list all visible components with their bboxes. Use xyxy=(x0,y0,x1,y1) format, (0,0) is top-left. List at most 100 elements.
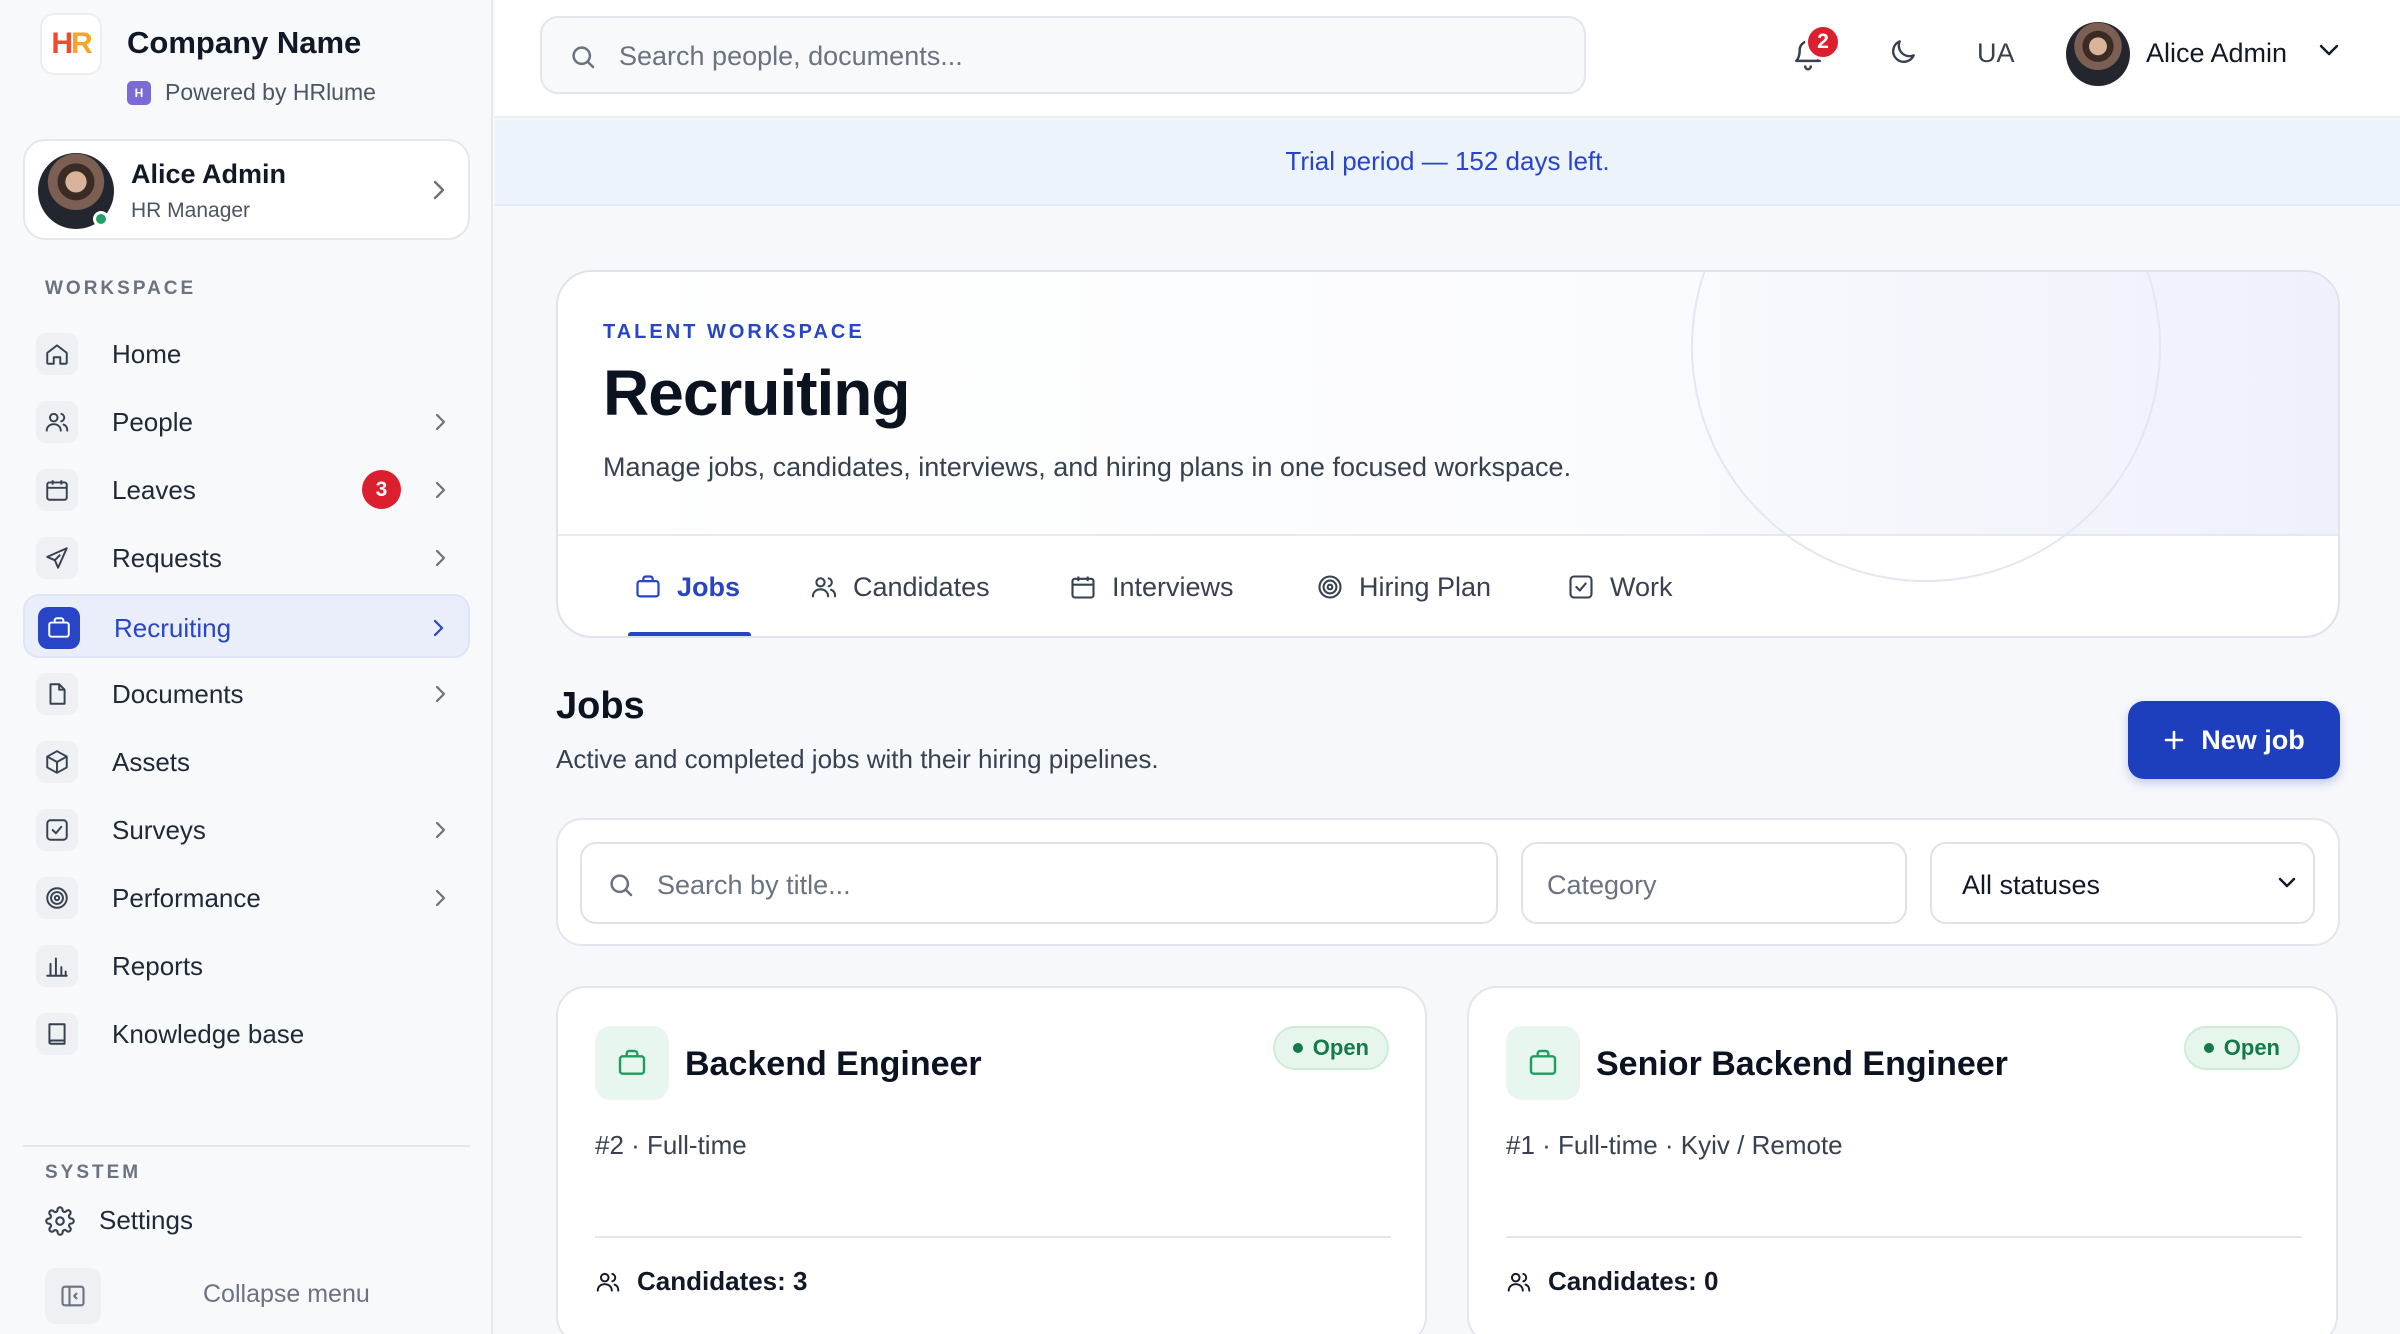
hero-eyebrow: TALENT WORKSPACE xyxy=(603,321,865,343)
user-role: HR Manager xyxy=(131,199,251,222)
sidebar-item-knowledge-base[interactable]: Knowledge base xyxy=(23,1002,470,1066)
sidebar-item-recruiting[interactable]: Recruiting xyxy=(23,594,470,658)
page-title: Recruiting xyxy=(603,357,910,429)
chevron-right-icon xyxy=(433,180,445,200)
status-badge: Open xyxy=(2183,1026,2300,1070)
recruiting-hero-card: TALENT WORKSPACE Recruiting Manage jobs,… xyxy=(556,270,2340,638)
job-card[interactable]: Backend Engineer Open #2 · Full-time Can… xyxy=(556,986,1427,1334)
tab-candidates[interactable]: Candidates xyxy=(810,536,990,636)
sidebar-item-assets[interactable]: Assets xyxy=(23,730,470,794)
hrlume-logo-icon: H xyxy=(127,80,151,105)
brand[interactable]: HR Company Name H Powered by HRlume xyxy=(40,13,376,105)
sidebar-item-label: Reports xyxy=(112,951,204,981)
top-user-name[interactable]: Alice Admin xyxy=(2146,38,2287,69)
company-logo[interactable]: HR xyxy=(40,13,102,75)
moon-icon[interactable] xyxy=(1887,36,1919,68)
users-icon xyxy=(811,577,837,598)
job-meta: #1 · Full-time · Kyiv / Remote xyxy=(1506,1130,1843,1160)
sidebar-item-requests[interactable]: Requests xyxy=(23,526,470,590)
chevron-right-icon xyxy=(435,685,446,703)
collapse-menu-button[interactable] xyxy=(45,1268,101,1324)
powered-by-text: Powered by HRlume xyxy=(165,79,376,105)
trial-banner: Trial period — 152 days left. xyxy=(495,120,2400,206)
sidebar-item-label: Performance xyxy=(112,883,261,913)
box-icon xyxy=(36,741,78,783)
search-icon xyxy=(610,874,633,897)
sidebar-item-people[interactable]: People xyxy=(23,390,470,454)
sidebar-item-documents[interactable]: Documents xyxy=(23,662,470,726)
target-icon xyxy=(1318,575,1342,599)
sidebar-item-label: Knowledge base xyxy=(112,1019,305,1049)
users-icon xyxy=(36,401,78,443)
tab-label: Interviews xyxy=(1112,571,1234,602)
top-bar: Search people, documents... 2 UA Alice A… xyxy=(495,0,2400,118)
company-name: Company Name xyxy=(127,25,362,60)
chevron-right-icon xyxy=(435,549,446,567)
file-icon xyxy=(36,673,78,715)
sidebar-item-home[interactable]: Home xyxy=(23,322,470,386)
target-icon xyxy=(36,877,78,919)
jobs-section-title: Jobs xyxy=(556,685,645,727)
leaves-count-badge: 3 xyxy=(362,470,401,509)
send-icon xyxy=(36,537,78,579)
new-job-label: New job xyxy=(2201,724,2305,755)
home-icon xyxy=(36,333,78,375)
sidebar-item-label: Recruiting xyxy=(114,613,232,643)
tab-label: Jobs xyxy=(677,571,741,602)
status-badge: Open xyxy=(1272,1026,1389,1070)
language-switcher[interactable]: UA xyxy=(1977,38,2015,69)
chevron-right-icon xyxy=(435,413,446,431)
jobs-filter-bar: Search by title... Category All statuses xyxy=(556,818,2340,946)
tab-work[interactable]: Work xyxy=(1567,536,1673,636)
sidebar-item-label: Requests xyxy=(112,543,222,573)
chevron-down-icon[interactable] xyxy=(2318,43,2340,57)
users-icon xyxy=(1507,1272,1531,1292)
sidebar-item-label: Documents xyxy=(112,679,244,709)
online-status-dot xyxy=(93,211,109,227)
powered-by: H Powered by HRlume xyxy=(127,79,376,106)
sidebar-item-surveys[interactable]: Surveys xyxy=(23,798,470,862)
active-tab-indicator xyxy=(628,632,751,636)
tab-interviews[interactable]: Interviews xyxy=(1069,536,1234,636)
job-search-placeholder: Search by title... xyxy=(657,870,851,900)
book-icon xyxy=(36,1013,78,1055)
briefcase-icon xyxy=(1506,1026,1580,1100)
tab-label: Candidates xyxy=(853,571,990,602)
category-placeholder: Category xyxy=(1547,870,1657,900)
briefcase-icon xyxy=(38,607,80,649)
trial-banner-text: Trial period — 152 days left. xyxy=(1285,146,1610,176)
category-filter-input[interactable]: Category xyxy=(1521,842,1907,924)
sidebar-item-performance[interactable]: Performance xyxy=(23,866,470,930)
sidebar-item-label: Assets xyxy=(112,747,191,777)
collapse-menu-label[interactable]: Collapse menu xyxy=(203,1280,370,1309)
status-text: Open xyxy=(1312,1035,1369,1060)
tab-hiring-plan[interactable]: Hiring Plan xyxy=(1316,536,1491,636)
global-search-input[interactable]: Search people, documents... xyxy=(540,16,1586,94)
sidebar: HR Company Name H Powered by HRlume Alic… xyxy=(0,0,493,1334)
notification-count-badge: 2 xyxy=(1805,24,1841,60)
candidates-count: Candidates: 0 xyxy=(1506,1266,1719,1297)
job-title-search-input[interactable]: Search by title... xyxy=(580,842,1498,924)
top-user-avatar[interactable] xyxy=(2066,22,2130,86)
sidebar-item-leaves[interactable]: Leaves 3 xyxy=(23,458,470,522)
job-card[interactable]: Senior Backend Engineer Open #1 · Full-t… xyxy=(1467,986,2338,1334)
tab-label: Work xyxy=(1610,571,1673,602)
job-title[interactable]: Senior Backend Engineer xyxy=(1596,1045,2008,1084)
chevron-right-icon xyxy=(433,619,444,637)
tab-jobs[interactable]: Jobs xyxy=(634,536,741,636)
job-title[interactable]: Backend Engineer xyxy=(685,1045,982,1084)
status-filter-select[interactable]: All statuses xyxy=(1930,842,2315,924)
status-select-value: All statuses xyxy=(1962,870,2101,900)
sidebar-item-settings[interactable]: Settings xyxy=(45,1205,193,1236)
checkbox-icon xyxy=(36,809,78,851)
sidebar-item-label: Home xyxy=(112,339,182,369)
sidebar-collapse-icon xyxy=(61,1285,85,1307)
job-meta: #2 · Full-time xyxy=(595,1130,747,1160)
new-job-button[interactable]: New job xyxy=(2128,701,2340,779)
hero-header: TALENT WORKSPACE Recruiting Manage jobs,… xyxy=(558,272,2338,582)
chevron-down-icon xyxy=(2278,877,2296,888)
settings-label: Settings xyxy=(99,1205,193,1235)
sidebar-item-reports[interactable]: Reports xyxy=(23,934,470,998)
user-profile-card[interactable]: Alice Admin HR Manager xyxy=(23,139,470,240)
workspace-section-label: WORKSPACE xyxy=(45,278,197,299)
